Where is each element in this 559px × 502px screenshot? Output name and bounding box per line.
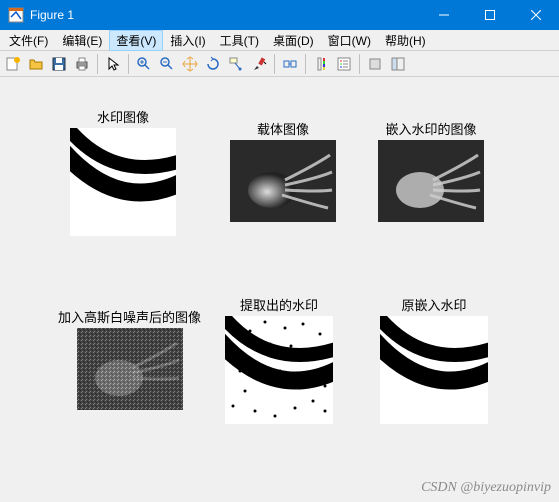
toolbar-separator (97, 54, 98, 74)
subplot-title: 提取出的水印 (225, 295, 333, 314)
data-cursor-icon[interactable] (225, 53, 247, 75)
zoom-in-icon[interactable] (133, 53, 155, 75)
minimize-button[interactable] (421, 0, 467, 30)
subplot-original-embedded: 原嵌入水印 (380, 295, 488, 424)
hide-tools-icon[interactable] (364, 53, 386, 75)
toolbar-separator (359, 54, 360, 74)
save-icon[interactable] (48, 53, 70, 75)
image-noisy[interactable] (77, 328, 183, 410)
subplot-carrier: 载体图像 (230, 119, 336, 222)
image-carrier[interactable] (230, 140, 336, 222)
subplot-title: 水印图像 (70, 107, 176, 126)
menu-view[interactable]: 查看(V) (109, 30, 163, 51)
zoom-out-icon[interactable] (156, 53, 178, 75)
legend-icon[interactable] (333, 53, 355, 75)
image-original-embedded[interactable] (380, 316, 488, 424)
subplot-title: 加入高斯白噪声后的图像 (58, 307, 201, 326)
link-data-icon[interactable] (279, 53, 301, 75)
menu-desktop[interactable]: 桌面(D) (266, 30, 321, 51)
app-icon (8, 7, 24, 23)
image-watermark[interactable] (70, 128, 176, 236)
subplot-noisy: 加入高斯白噪声后的图像 (58, 307, 201, 410)
menu-help[interactable]: 帮助(H) (378, 30, 433, 51)
brush-icon[interactable] (248, 53, 270, 75)
open-icon[interactable] (25, 53, 47, 75)
subplot-title: 载体图像 (230, 119, 336, 138)
menu-window[interactable]: 窗口(W) (321, 30, 378, 51)
subplot-extracted: 提取出的水印 (225, 295, 333, 424)
pointer-icon[interactable] (102, 53, 124, 75)
subplot-title: 原嵌入水印 (380, 295, 488, 314)
menu-edit[interactable]: 编辑(E) (55, 30, 109, 51)
title-bar: Figure 1 (0, 0, 559, 30)
dock-icon[interactable] (387, 53, 409, 75)
pan-icon[interactable] (179, 53, 201, 75)
rotate-icon[interactable] (202, 53, 224, 75)
menu-tools[interactable]: 工具(T) (213, 30, 266, 51)
toolbar (0, 51, 559, 77)
maximize-button[interactable] (467, 0, 513, 30)
subplot-watermark: 水印图像 (70, 107, 176, 236)
csdn-watermark: CSDN @biyezuopinvip (421, 480, 551, 496)
colorbar-icon[interactable] (310, 53, 332, 75)
subplot-embedded: 嵌入水印的图像 (378, 119, 484, 222)
image-extracted[interactable] (225, 316, 333, 424)
print-icon[interactable] (71, 53, 93, 75)
menu-file[interactable]: 文件(F) (2, 30, 55, 51)
new-figure-icon[interactable] (2, 53, 24, 75)
close-button[interactable] (513, 0, 559, 30)
figure-canvas: 水印图像 载体图像 嵌入水印的图像 加入高斯白噪声后的图像 提取出的水印 原嵌入… (0, 77, 559, 502)
toolbar-separator (274, 54, 275, 74)
toolbar-separator (128, 54, 129, 74)
image-embedded[interactable] (378, 140, 484, 222)
menu-bar: 文件(F) 编辑(E) 查看(V) 插入(I) 工具(T) 桌面(D) 窗口(W… (0, 30, 559, 51)
window-controls (421, 0, 559, 30)
subplot-title: 嵌入水印的图像 (378, 119, 484, 138)
window-title: Figure 1 (30, 8, 421, 22)
menu-insert[interactable]: 插入(I) (163, 30, 212, 51)
toolbar-separator (305, 54, 306, 74)
